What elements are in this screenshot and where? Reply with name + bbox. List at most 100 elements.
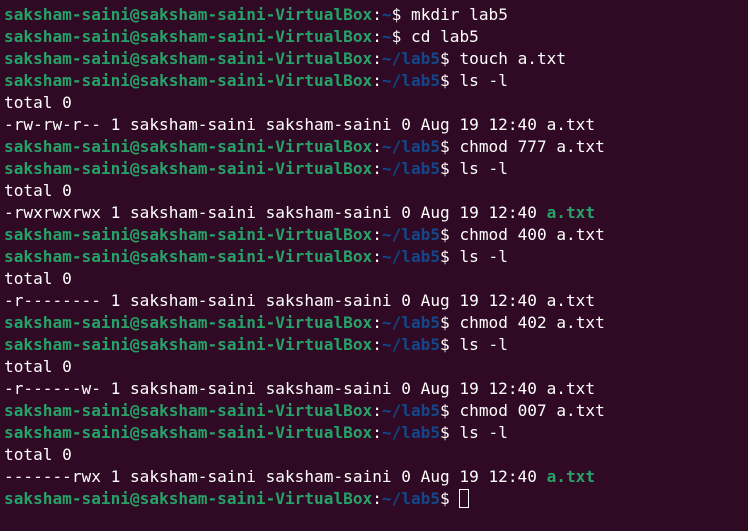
prompt-path: ~/lab5 [381, 247, 441, 266]
prompt-dollar: $ [440, 71, 460, 90]
prompt-line: saksham-saini@saksham-saini-VirtualBox:~… [4, 400, 748, 422]
prompt-path: ~/lab5 [381, 489, 441, 508]
listing-filename: a.txt [546, 467, 596, 486]
prompt-user-host: saksham-saini@saksham-saini-VirtualBox [4, 247, 373, 266]
listing-filename: a.txt [546, 203, 596, 222]
output-line: total 0 [4, 180, 748, 202]
listing-meta: -------rwx 1 saksham-saini saksham-saini… [4, 467, 547, 486]
prompt-line: saksham-saini@saksham-saini-VirtualBox:~… [4, 158, 748, 180]
listing-line: -r------w- 1 saksham-saini saksham-saini… [4, 378, 748, 400]
prompt-line: saksham-saini@saksham-saini-VirtualBox:~… [4, 4, 748, 26]
prompt-line: saksham-saini@saksham-saini-VirtualBox:~… [4, 334, 748, 356]
prompt-colon: : [372, 423, 382, 442]
output-text: total 0 [4, 445, 72, 464]
prompt-user-host: saksham-saini@saksham-saini-VirtualBox [4, 159, 373, 178]
listing-meta: -rw-rw-r-- 1 saksham-saini saksham-saini… [4, 115, 547, 134]
prompt-colon: : [372, 335, 382, 354]
prompt-path: ~/lab5 [381, 137, 441, 156]
command-text: ls -l [459, 335, 508, 354]
prompt-user-host: saksham-saini@saksham-saini-VirtualBox [4, 489, 373, 508]
command-text: mkdir lab5 [411, 5, 508, 24]
prompt-colon: : [372, 5, 382, 24]
prompt-path: ~ [381, 27, 392, 46]
prompt-line: saksham-saini@saksham-saini-VirtualBox:~… [4, 26, 748, 48]
prompt-user-host: saksham-saini@saksham-saini-VirtualBox [4, 49, 373, 68]
prompt-line: saksham-saini@saksham-saini-VirtualBox:~… [4, 422, 748, 444]
output-text: total 0 [4, 269, 72, 288]
command-text: ls -l [459, 71, 508, 90]
prompt-user-host: saksham-saini@saksham-saini-VirtualBox [4, 71, 373, 90]
active-prompt-line: saksham-saini@saksham-saini-VirtualBox:~… [4, 488, 748, 510]
command-text: chmod 402 a.txt [459, 313, 605, 332]
prompt-path: ~/lab5 [381, 401, 441, 420]
command-text: chmod 007 a.txt [459, 401, 605, 420]
text-cursor[interactable] [459, 489, 470, 508]
prompt-dollar: $ [440, 225, 460, 244]
prompt-dollar: $ [440, 313, 460, 332]
listing-filename: a.txt [546, 379, 596, 398]
prompt-dollar: $ [440, 49, 460, 68]
listing-meta: -r------w- 1 saksham-saini saksham-saini… [4, 379, 547, 398]
prompt-line: saksham-saini@saksham-saini-VirtualBox:~… [4, 246, 748, 268]
prompt-user-host: saksham-saini@saksham-saini-VirtualBox [4, 5, 373, 24]
command-text: chmod 400 a.txt [459, 225, 605, 244]
prompt-colon: : [372, 71, 382, 90]
prompt-path: ~/lab5 [381, 49, 441, 68]
prompt-path: ~/lab5 [381, 71, 441, 90]
command-text: touch a.txt [459, 49, 567, 68]
prompt-colon: : [372, 401, 382, 420]
output-text: total 0 [4, 357, 72, 376]
command-text: ls -l [459, 247, 508, 266]
prompt-user-host: saksham-saini@saksham-saini-VirtualBox [4, 137, 373, 156]
command-text: cd lab5 [411, 27, 479, 46]
listing-line: -r-------- 1 saksham-saini saksham-saini… [4, 290, 748, 312]
prompt-colon: : [372, 27, 382, 46]
prompt-dollar: $ [440, 137, 460, 156]
prompt-path: ~/lab5 [381, 313, 441, 332]
prompt-user-host: saksham-saini@saksham-saini-VirtualBox [4, 313, 373, 332]
prompt-dollar: $ [440, 247, 460, 266]
prompt-colon: : [372, 137, 382, 156]
listing-line: -------rwx 1 saksham-saini saksham-saini… [4, 466, 748, 488]
prompt-user-host: saksham-saini@saksham-saini-VirtualBox [4, 225, 373, 244]
listing-filename: a.txt [546, 291, 596, 310]
prompt-path: ~/lab5 [381, 423, 441, 442]
prompt-path: ~ [381, 5, 392, 24]
listing-meta: -rwxrwxrwx 1 saksham-saini saksham-saini… [4, 203, 547, 222]
output-line: total 0 [4, 444, 748, 466]
listing-meta: -r-------- 1 saksham-saini saksham-saini… [4, 291, 547, 310]
output-text: total 0 [4, 93, 72, 112]
prompt-dollar: $ [440, 489, 460, 508]
prompt-line: saksham-saini@saksham-saini-VirtualBox:~… [4, 312, 748, 334]
prompt-colon: : [372, 159, 382, 178]
prompt-dollar: $ [440, 159, 460, 178]
listing-line: -rwxrwxrwx 1 saksham-saini saksham-saini… [4, 202, 748, 224]
prompt-line: saksham-saini@saksham-saini-VirtualBox:~… [4, 136, 748, 158]
prompt-line: saksham-saini@saksham-saini-VirtualBox:~… [4, 70, 748, 92]
prompt-line: saksham-saini@saksham-saini-VirtualBox:~… [4, 224, 748, 246]
listing-filename: a.txt [546, 115, 596, 134]
prompt-dollar: $ [440, 401, 460, 420]
prompt-line: saksham-saini@saksham-saini-VirtualBox:~… [4, 48, 748, 70]
output-text: total 0 [4, 181, 72, 200]
output-line: total 0 [4, 356, 748, 378]
command-text: ls -l [459, 423, 508, 442]
command-text: chmod 777 a.txt [459, 137, 605, 156]
prompt-path: ~/lab5 [381, 225, 441, 244]
prompt-dollar: $ [440, 335, 460, 354]
prompt-user-host: saksham-saini@saksham-saini-VirtualBox [4, 335, 373, 354]
command-text: ls -l [459, 159, 508, 178]
terminal-window[interactable]: saksham-saini@saksham-saini-VirtualBox:~… [0, 0, 748, 531]
prompt-colon: : [372, 247, 382, 266]
prompt-user-host: saksham-saini@saksham-saini-VirtualBox [4, 27, 373, 46]
prompt-path: ~/lab5 [381, 335, 441, 354]
prompt-colon: : [372, 49, 382, 68]
prompt-colon: : [372, 313, 382, 332]
listing-line: -rw-rw-r-- 1 saksham-saini saksham-saini… [4, 114, 748, 136]
prompt-user-host: saksham-saini@saksham-saini-VirtualBox [4, 401, 373, 420]
prompt-dollar: $ [391, 5, 411, 24]
prompt-colon: : [372, 489, 382, 508]
prompt-user-host: saksham-saini@saksham-saini-VirtualBox [4, 423, 373, 442]
output-line: total 0 [4, 268, 748, 290]
prompt-dollar: $ [391, 27, 411, 46]
